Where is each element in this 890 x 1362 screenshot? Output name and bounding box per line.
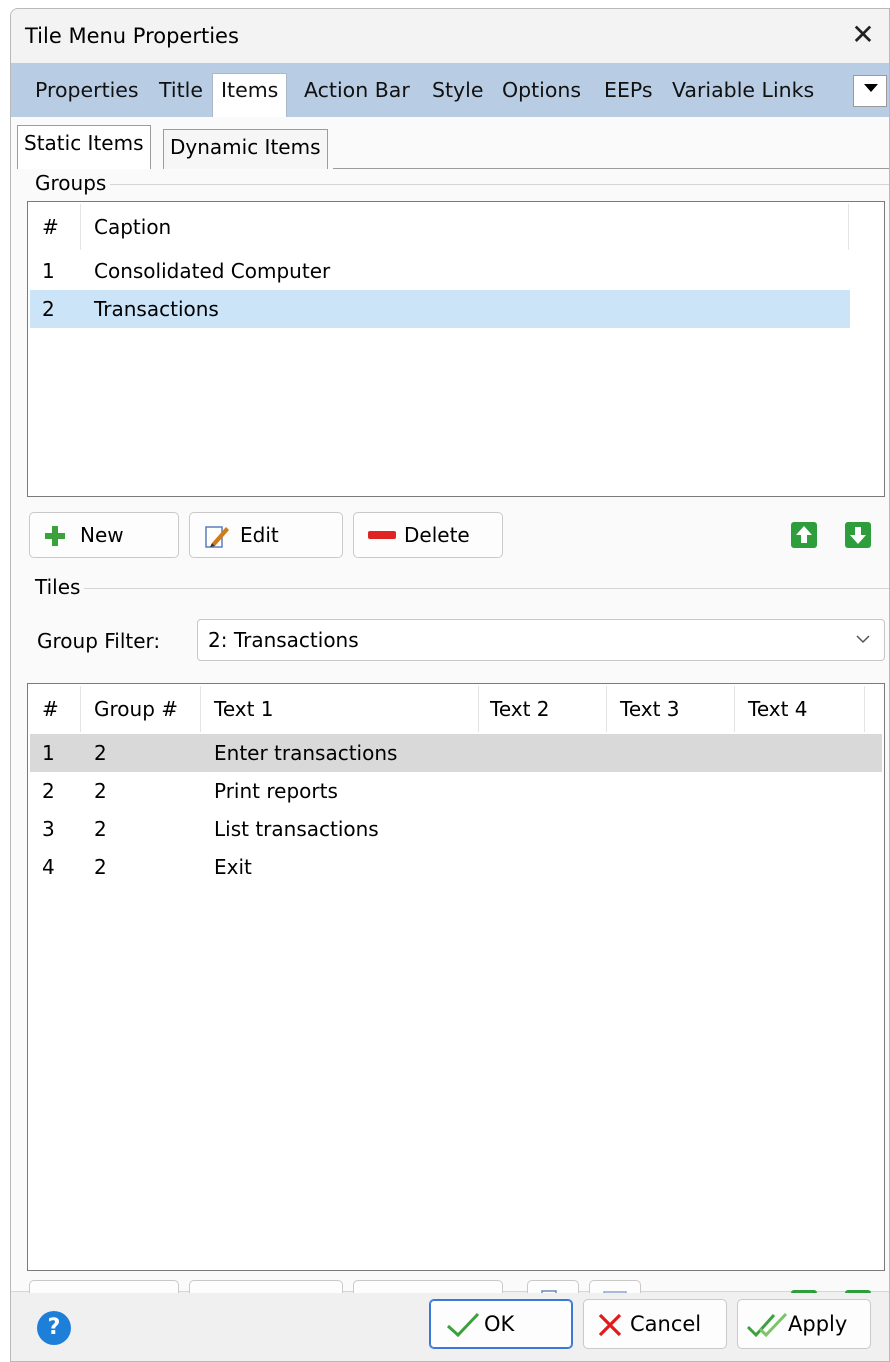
tiles-label: Tiles	[35, 575, 85, 599]
ok-label: OK	[484, 1312, 515, 1336]
tab-style[interactable]: Style	[432, 77, 484, 117]
cancel-label: Cancel	[630, 1312, 702, 1336]
list-item-selected[interactable]: 2 Transactions	[30, 290, 850, 328]
tiles-col-text4[interactable]: Text 4	[748, 684, 808, 734]
groups-new-button[interactable]: New	[29, 512, 179, 558]
plus-icon	[45, 526, 65, 546]
tile-group: 2	[94, 779, 107, 803]
close-icon[interactable]: ✕	[843, 17, 883, 55]
tab-properties[interactable]: Properties	[35, 77, 139, 117]
group-filter-value: 2: Transactions	[208, 628, 359, 652]
groups-list[interactable]: # Caption 1 Consolidated Computer 2 Tran…	[27, 201, 885, 497]
column-separator	[80, 686, 81, 732]
table-row[interactable]: 3 2 List transactions	[30, 810, 882, 848]
new-label: New	[80, 523, 124, 547]
tab-overflow-dropdown[interactable]	[853, 75, 887, 107]
tile-group: 2	[94, 817, 107, 841]
subtab-divider	[333, 168, 889, 169]
tile-num: 1	[42, 741, 55, 765]
tiles-divider	[71, 588, 889, 589]
tile-text1: List transactions	[214, 817, 379, 841]
subtab-dynamic-items[interactable]: Dynamic Items	[163, 129, 328, 169]
column-separator	[864, 686, 865, 732]
tile-num: 3	[42, 817, 55, 841]
ok-button[interactable]: OK	[429, 1299, 573, 1349]
group-num: 2	[42, 297, 55, 321]
group-caption: Consolidated Computer	[94, 259, 331, 283]
column-separator	[848, 204, 849, 250]
tile-num: 4	[42, 855, 55, 879]
x-cancel-icon	[598, 1313, 622, 1337]
apply-button[interactable]: Apply	[737, 1299, 871, 1349]
chevron-down-icon	[856, 635, 870, 644]
groups-label: Groups	[35, 171, 111, 195]
properties-tab-strip: Properties Title Items Action Bar Style …	[11, 63, 889, 117]
tab-options[interactable]: Options	[502, 77, 581, 117]
column-separator	[734, 686, 735, 732]
tab-variable-links[interactable]: Variable Links	[672, 77, 814, 117]
delete-label: Delete	[404, 523, 470, 547]
groups-divider	[97, 184, 889, 185]
dialog-footer: ? OK Cancel Apply	[11, 1293, 889, 1361]
group-num: 1	[42, 259, 55, 283]
triangle-down-icon	[864, 84, 878, 92]
tiles-col-text2[interactable]: Text 2	[490, 684, 550, 734]
tile-menu-properties-dialog: Tile Menu Properties ✕ Properties Title …	[10, 8, 890, 1362]
groups-delete-button[interactable]: Delete	[353, 512, 503, 558]
tiles-col-text3[interactable]: Text 3	[620, 684, 680, 734]
tile-group: 2	[94, 741, 107, 765]
group-filter-select[interactable]: 2: Transactions	[197, 619, 885, 661]
title-bar: Tile Menu Properties ✕	[11, 9, 889, 63]
tab-title[interactable]: Title	[159, 77, 203, 117]
column-separator	[200, 686, 201, 732]
tab-items[interactable]: Items	[212, 73, 288, 117]
tiles-col-text1[interactable]: Text 1	[214, 684, 274, 734]
help-icon[interactable]: ?	[37, 1311, 71, 1345]
items-tab-content: Static Items Dynamic Items Groups # Capt…	[11, 117, 889, 1326]
group-caption: Transactions	[94, 297, 219, 321]
group-filter-label: Group Filter:	[37, 629, 161, 653]
tiles-list[interactable]: # Group # Text 1 Text 2 Text 3 Text 4 1 …	[27, 683, 885, 1271]
column-separator	[478, 686, 479, 732]
column-separator	[80, 204, 81, 250]
tab-eeps[interactable]: EEPs	[604, 77, 653, 117]
table-row-selected[interactable]: 1 2 Enter transactions	[30, 734, 882, 772]
pencil-edit-icon	[205, 526, 229, 548]
tile-text1: Exit	[214, 855, 252, 879]
tile-text1: Print reports	[214, 779, 338, 803]
groups-edit-button[interactable]: Edit	[189, 512, 343, 558]
groups-col-caption[interactable]: Caption	[94, 202, 171, 252]
groups-col-num[interactable]: #	[42, 202, 59, 252]
groups-move-down-icon[interactable]	[845, 522, 871, 548]
tiles-col-group[interactable]: Group #	[94, 684, 178, 734]
edit-label: Edit	[240, 523, 279, 547]
subtab-static-items[interactable]: Static Items	[17, 125, 151, 169]
window-title: Tile Menu Properties	[25, 24, 239, 48]
tile-text1: Enter transactions	[214, 741, 398, 765]
tile-group: 2	[94, 855, 107, 879]
double-checkmark-icon	[746, 1312, 788, 1338]
table-row[interactable]: 2 2 Print reports	[30, 772, 882, 810]
checkmark-icon	[446, 1312, 480, 1338]
tile-num: 2	[42, 779, 55, 803]
groups-move-up-icon[interactable]	[791, 522, 817, 548]
tab-action-bar[interactable]: Action Bar	[304, 77, 410, 117]
tiles-col-num[interactable]: #	[42, 684, 59, 734]
list-item[interactable]: 1 Consolidated Computer	[30, 252, 850, 290]
cancel-button[interactable]: Cancel	[583, 1299, 727, 1349]
table-row[interactable]: 4 2 Exit	[30, 848, 882, 886]
minus-delete-icon	[368, 531, 396, 539]
column-separator	[606, 686, 607, 732]
apply-label: Apply	[788, 1312, 848, 1336]
